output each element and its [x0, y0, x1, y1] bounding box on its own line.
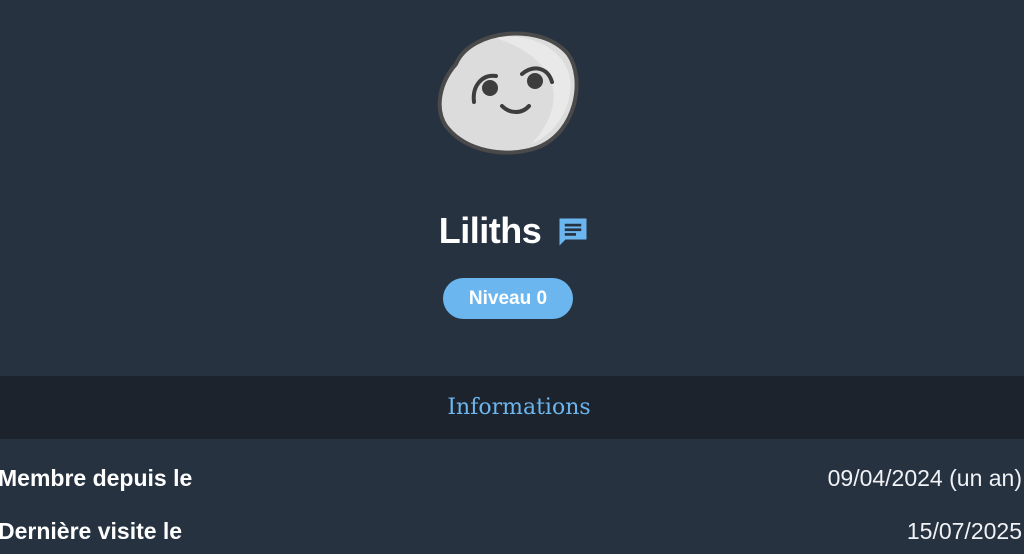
info-row-member-since: Membre depuis le 09/04/2024 (un an)	[0, 458, 1024, 498]
avatar	[437, 31, 579, 155]
info-row-value: 09/04/2024 (un an)	[827, 464, 1022, 491]
level-badge: Niveau 0	[443, 278, 573, 319]
chat-message-icon[interactable]	[555, 214, 591, 250]
info-row-last-visit: Dernière visite le 15/07/2025	[0, 511, 1024, 551]
info-section-header: Informations	[0, 376, 1024, 439]
profile-page: Liliths Niveau 0 Informations Membre dep…	[0, 0, 1024, 554]
username: Liliths	[438, 210, 542, 251]
info-section-title: Informations	[447, 395, 591, 420]
username-row: Liliths	[0, 210, 1024, 252]
info-row-label: Dernière visite le	[0, 517, 183, 544]
info-row-label: Membre depuis le	[0, 464, 193, 491]
info-row-value: 15/07/2025	[906, 517, 1022, 544]
